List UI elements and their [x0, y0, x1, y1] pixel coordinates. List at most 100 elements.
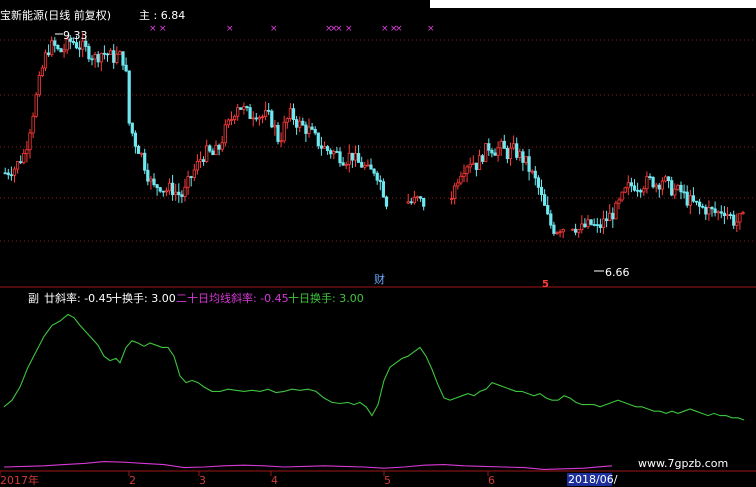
candle-body-112 [350, 152, 355, 161]
candle-body-145 [496, 147, 500, 156]
candle-body-69 [217, 144, 221, 150]
x-tick-3: 3 [199, 474, 206, 487]
candle-body-24 [78, 47, 82, 50]
legend-green-slope: 廿斜率: -0.45 [44, 292, 113, 305]
candle-body-136 [468, 163, 472, 168]
candle-body-0 [3, 172, 7, 175]
candle-body-159 [539, 186, 544, 196]
candle-body-198 [667, 176, 671, 182]
candle-body-147 [502, 140, 506, 149]
candle-body-51 [161, 190, 165, 193]
main-value-label: 主 : 6.84 [139, 9, 186, 22]
candle-body-115 [360, 162, 364, 168]
candle-body-62 [195, 160, 199, 171]
candle-body-14 [47, 52, 51, 56]
candle-body-190 [642, 188, 646, 193]
candle-body-13 [43, 52, 48, 69]
candle-body-107 [335, 151, 339, 153]
candle-body-189 [639, 190, 643, 193]
candle-body-162 [549, 213, 553, 226]
candle-body-68 [214, 144, 218, 156]
candle-body-77 [242, 106, 246, 110]
candle-body-106 [332, 151, 336, 155]
candle-body-116 [363, 165, 367, 168]
candle-body-120 [375, 172, 379, 181]
magenta-indicator-series [3, 461, 613, 470]
candle-body-126 [412, 196, 417, 204]
candle-body-157 [533, 170, 537, 179]
candle-body-205 [688, 195, 692, 206]
candle-body-67 [211, 150, 215, 156]
candle-body-61 [192, 169, 196, 178]
candle-body-187 [632, 185, 637, 191]
candle-body-79 [248, 107, 252, 119]
candle-body-100 [313, 128, 317, 134]
candle-body-160 [543, 194, 547, 206]
candle-body-135 [465, 166, 469, 174]
candle-body-37 [118, 51, 122, 55]
candle-body-178 [605, 218, 609, 222]
candle-body-210 [704, 206, 708, 215]
candle-body-91 [285, 118, 289, 123]
candle-body-10 [34, 94, 38, 117]
indicator-line-magenta-layer [3, 461, 613, 470]
signal-marker-11: × [427, 24, 435, 34]
candle-body-7 [25, 149, 29, 154]
candle-body-199 [670, 180, 674, 196]
candle-body-66 [208, 145, 212, 152]
candle-body-146 [499, 140, 503, 149]
candle-body-30 [96, 54, 100, 63]
stock-chart-screen: × × × × × × × × × × × × 宝新能源(日线 前复权) 主 : 6.84 9.33 … [0, 0, 756, 487]
candle-body-111 [347, 152, 351, 165]
candle-body-53 [167, 182, 172, 192]
candle-body-197 [663, 176, 668, 182]
candle-body-132 [456, 182, 460, 187]
candle-body-164 [555, 232, 559, 235]
candle-body-150 [512, 143, 516, 149]
candle-body-46 [146, 169, 150, 182]
candle-body-96 [301, 120, 305, 126]
signal-marker-8: × [381, 24, 389, 34]
candle-body-25 [81, 40, 85, 50]
candle-body-149 [508, 147, 513, 160]
x-tick-2017: 2017年 [0, 474, 39, 487]
high-annotation: 9.33 [63, 29, 88, 42]
candle-body-177 [601, 218, 606, 228]
candle-body-174 [592, 224, 596, 226]
candle-body-185 [626, 182, 630, 189]
candle-body-82 [257, 116, 262, 120]
candle-body-40 [127, 70, 131, 124]
candle-body-144 [493, 152, 497, 156]
candle-body-139 [477, 155, 482, 170]
low-annotation: 6.66 [605, 266, 630, 279]
candle-body-186 [629, 182, 634, 187]
candle-body-168 [574, 228, 578, 233]
candle-body-70 [220, 142, 224, 150]
event-five-label[interactable]: 5 [542, 278, 549, 291]
candle-body-218 [729, 214, 733, 216]
candle-body-60 [189, 176, 193, 178]
candle-body-124 [406, 201, 410, 204]
candle-body-161 [546, 204, 550, 215]
candle-body-12 [40, 67, 45, 76]
event-cai-label[interactable]: 财 [374, 273, 385, 286]
candle-body-193 [651, 176, 655, 188]
candle-body-83 [260, 116, 265, 119]
chart-canvas[interactable]: × × × × ××× × × ×× × [0, 0, 756, 487]
candle-body-118 [369, 164, 373, 170]
candle-body-191 [645, 176, 649, 190]
legend-turnover: 十换手: 3.00 [111, 292, 176, 305]
candle-body-183 [620, 191, 624, 201]
candle-body-171 [583, 223, 587, 228]
candle-body-184 [623, 187, 627, 193]
candle-body-95 [298, 120, 302, 128]
candle-body-117 [366, 164, 370, 167]
candle-body-16 [53, 40, 57, 46]
candle-body-93 [291, 108, 296, 120]
candle-body-173 [589, 219, 593, 225]
candle-body-55 [174, 191, 178, 196]
candle-body-5 [19, 161, 23, 164]
candle-body-34 [109, 50, 113, 56]
candle-body-222 [741, 212, 745, 215]
signal-marker-1: × [159, 24, 167, 34]
